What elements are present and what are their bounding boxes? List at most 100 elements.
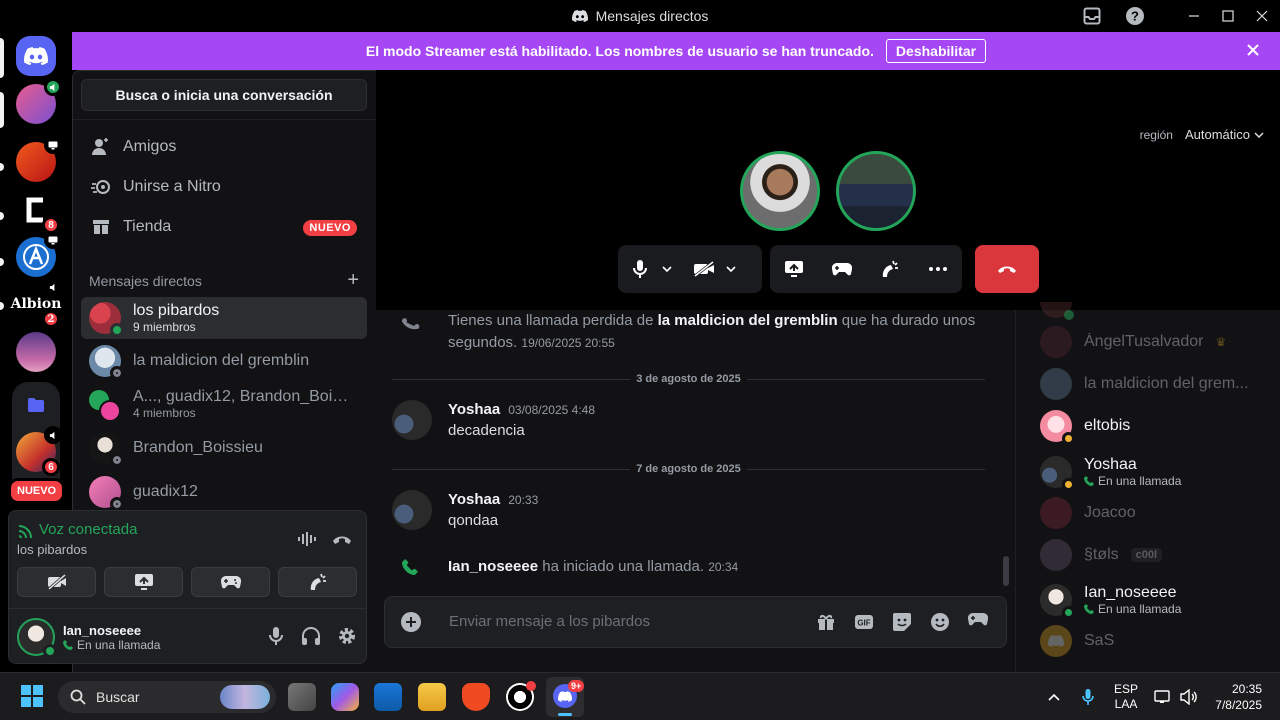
screen-share-badge-icon (44, 136, 62, 154)
mic-options-chevron-icon[interactable] (662, 266, 682, 272)
noise-suppression-icon[interactable] (297, 531, 317, 547)
member-item[interactable]: la maldicion del grem... (1040, 366, 1270, 402)
emoji-icon[interactable] (930, 612, 950, 632)
attach-plus-icon[interactable] (401, 612, 421, 632)
server-in-folder[interactable]: 6 (16, 426, 62, 476)
message-author[interactable]: Yoshaa (448, 401, 500, 418)
region-label: región (1139, 127, 1173, 142)
taskbar-search[interactable]: Buscar (58, 681, 276, 713)
home-discord-button[interactable] (16, 36, 56, 76)
copilot-icon[interactable] (331, 683, 359, 711)
chevron-down-icon (1254, 131, 1264, 138)
phone-icon (1084, 476, 1094, 486)
server-albion[interactable]: Albion 2 (11, 278, 62, 328)
message-avatar[interactable] (392, 490, 432, 530)
nav-nitro[interactable]: Unirse a Nitro (81, 167, 367, 207)
windows-start-icon[interactable] (21, 685, 43, 707)
nav-shop[interactable]: Tienda NUEVO (81, 207, 367, 247)
user-avatar[interactable] (17, 618, 57, 658)
call-soundboard-button[interactable] (868, 247, 912, 291)
task-view-icon[interactable] (288, 683, 316, 711)
disconnect-icon[interactable] (332, 533, 352, 545)
gif-icon[interactable]: GIF (854, 612, 874, 632)
dm-item[interactable]: A..., guadix12, Brandon_Boissi... 4 miem… (81, 383, 367, 425)
apps-gamepad-icon[interactable] (968, 612, 988, 632)
close-banner-icon[interactable] (1246, 43, 1260, 57)
member-item[interactable]: Yoshaa En una llamada (1040, 452, 1270, 492)
message-input[interactable]: Enviar mensaje a los pibardos (449, 613, 650, 630)
member-item[interactable]: Ian_noseeee En una llamada (1040, 580, 1270, 620)
soundboard-button[interactable] (278, 567, 357, 597)
voice-channel-name[interactable]: los pibardos (17, 542, 87, 557)
member-item[interactable]: ÁngelTusalvador ♛ (1040, 324, 1270, 360)
disable-streamer-button[interactable]: Deshabilitar (885, 39, 987, 63)
voice-status[interactable]: Voz conectada (17, 521, 137, 538)
call-camera-button[interactable] (682, 247, 726, 291)
more-options-icon[interactable] (916, 247, 960, 291)
shop-icon (91, 217, 111, 237)
dm-item[interactable]: guadix12 (81, 471, 367, 513)
activities-button[interactable] (191, 567, 270, 597)
call-started-user[interactable]: Ian_noseeee (448, 558, 538, 575)
call-controls-middle (770, 245, 962, 293)
close-window-icon[interactable] (1254, 8, 1270, 24)
clock[interactable]: 20:35 7/8/2025 (1210, 673, 1262, 720)
volume-icon[interactable] (1180, 673, 1198, 720)
call-activities-button[interactable] (820, 247, 864, 291)
mention-badge: 2 (42, 310, 60, 328)
network-icon[interactable] (1154, 673, 1172, 720)
find-conversation-button[interactable]: Busca o inicia una conversación (81, 79, 367, 111)
brave-browser-icon[interactable] (462, 683, 490, 711)
dm-item[interactable]: la maldicion del gremblin (81, 340, 367, 382)
region-selector[interactable]: región Automático (1140, 127, 1264, 142)
hang-up-button[interactable] (975, 245, 1039, 293)
microphone-icon[interactable] (267, 626, 285, 646)
language-indicator[interactable]: ESP LAA (1114, 673, 1138, 720)
server-c[interactable]: 8 (16, 190, 60, 234)
missed-call-user[interactable]: la maldicion del gremblin (658, 312, 838, 329)
message-avatar[interactable] (392, 400, 432, 440)
screen-share-icon (785, 261, 803, 277)
member-item[interactable]: §tøls c00l (1040, 537, 1270, 573)
gift-icon[interactable] (816, 612, 836, 632)
file-explorer-icon[interactable] (418, 683, 446, 711)
server-a[interactable] (16, 231, 62, 277)
camera-options-chevron-icon[interactable] (726, 266, 746, 272)
camera-off-button[interactable] (17, 567, 96, 597)
dm-item[interactable]: los pibardos 9 miembros (81, 297, 367, 339)
help-icon[interactable]: ? (1124, 6, 1146, 26)
dm-section-header: Mensajes directos + (89, 270, 359, 290)
chat-scrollbar[interactable] (1003, 556, 1009, 586)
message-author[interactable]: Yoshaa (448, 491, 500, 508)
maximize-icon[interactable] (1220, 8, 1236, 24)
server-orange[interactable] (16, 136, 62, 182)
screen-share-badge-icon (44, 231, 62, 249)
member-item[interactable]: SaS (1040, 623, 1270, 659)
settings-gear-icon[interactable] (337, 626, 357, 646)
headphones-icon[interactable] (301, 626, 321, 646)
crown-icon: ♛ (1215, 335, 1227, 349)
inbox-icon[interactable] (1081, 6, 1103, 26)
clock-time: 20:35 (1231, 682, 1262, 696)
discord-taskbar-active[interactable]: 9+ (546, 677, 585, 717)
server-anime[interactable] (16, 78, 62, 124)
call-screen-share-button[interactable] (772, 247, 816, 291)
dm-item[interactable]: Brandon_Boissieu (81, 427, 367, 469)
folder-icon (28, 398, 44, 412)
member-item[interactable]: eltobis (1040, 408, 1270, 445)
server-landscape[interactable] (16, 332, 56, 372)
tray-mic-icon[interactable] (1082, 673, 1094, 720)
sticker-icon[interactable] (892, 612, 912, 632)
member-item[interactable]: Joacoo (1040, 495, 1270, 531)
obs-icon[interactable] (506, 681, 536, 711)
participant-avatar[interactable] (740, 151, 820, 231)
participant-avatar[interactable] (836, 151, 916, 231)
new-servers-badge[interactable]: NUEVO (8, 478, 66, 504)
store-icon[interactable] (374, 683, 402, 711)
call-mic-button[interactable] (618, 247, 662, 291)
minimize-icon[interactable] (1186, 8, 1202, 24)
screen-share-button[interactable] (104, 567, 183, 597)
nav-friends[interactable]: Amigos (81, 127, 367, 167)
create-dm-icon[interactable]: + (347, 270, 359, 290)
tray-chevron-icon[interactable] (1048, 673, 1060, 720)
